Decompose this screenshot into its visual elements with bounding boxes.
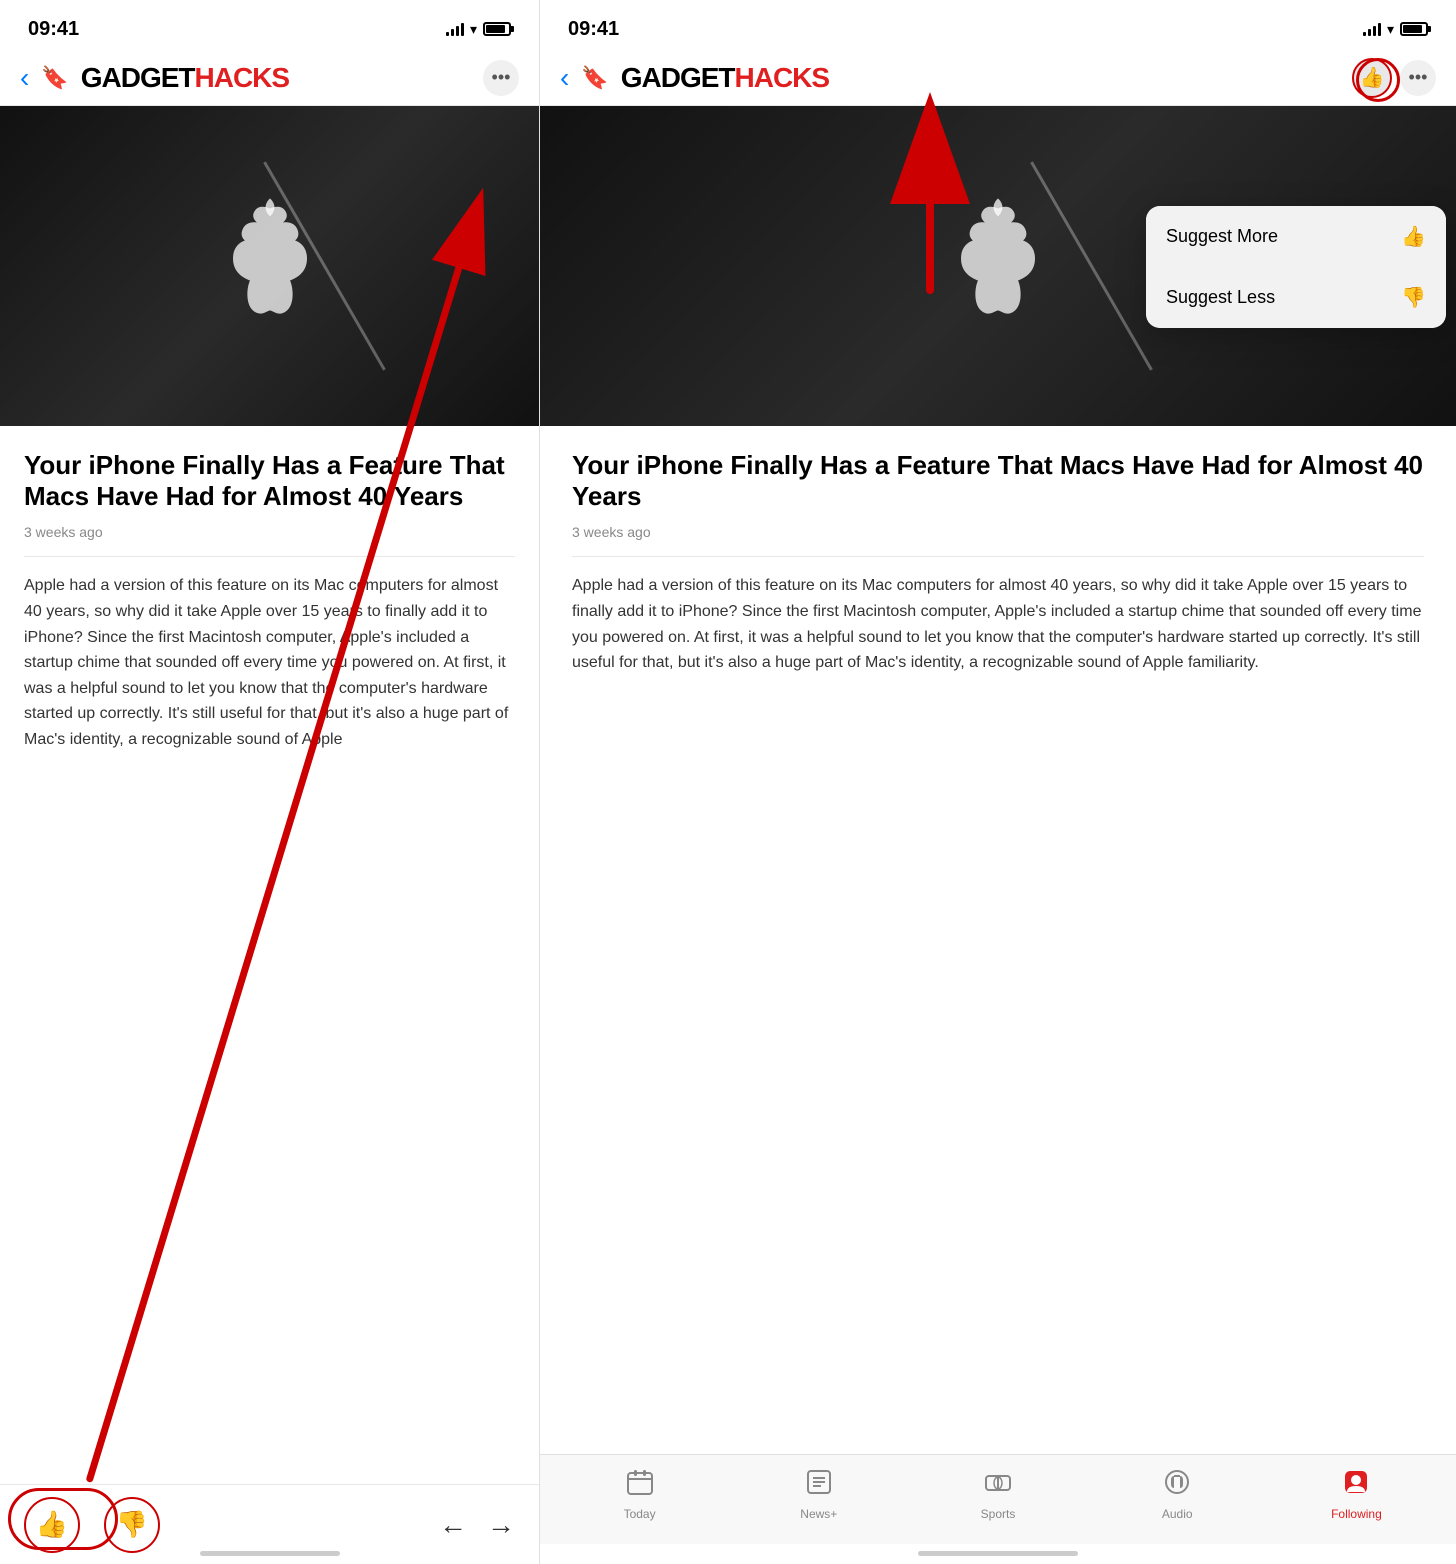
right-article-date: 3 weeks ago (572, 524, 1424, 540)
suggest-less-label: Suggest Less (1166, 287, 1275, 308)
tab-audio[interactable]: Audio (1088, 1468, 1267, 1521)
tab-sports[interactable]: Sports (908, 1468, 1087, 1521)
thumb-suggest-icon: 👍 (1360, 65, 1385, 90)
logo-hacks: HACKS (195, 62, 290, 94)
right-battery-icon (1400, 22, 1428, 36)
tab-newsplus-label: News+ (800, 1507, 837, 1521)
right-apple-logo (943, 199, 1053, 334)
tab-following[interactable]: Following (1267, 1468, 1446, 1521)
right-nav-logo: GADGETHACKS (621, 62, 1352, 94)
thumb-suggest-button[interactable]: 👍 (1352, 58, 1392, 98)
right-logo-gadget: GADGET (621, 62, 735, 94)
article-image (0, 106, 539, 426)
tab-bar: Today News+ Sports (540, 1454, 1456, 1544)
tab-today[interactable]: Today (550, 1468, 729, 1521)
today-icon (626, 1468, 654, 1503)
suggest-more-icon: 👍 (1401, 224, 1426, 249)
right-more-icon: ••• (1409, 67, 1428, 88)
left-status-bar: 09:41 ▾ (0, 0, 539, 50)
right-phone: 09:41 ▾ ‹ 🔖 GADGETHACKS 👍 ••• (540, 0, 1456, 1564)
nav-arrows: ← → (184, 1509, 515, 1541)
suggest-more-label: Suggest More (1166, 226, 1278, 247)
following-icon (1342, 1468, 1370, 1503)
right-nav-bar: ‹ 🔖 GADGETHACKS 👍 ••• (540, 50, 1456, 106)
tab-audio-label: Audio (1162, 1507, 1193, 1521)
suggest-more-item[interactable]: Suggest More 👍 (1146, 206, 1446, 267)
more-button[interactable]: ••• (483, 60, 519, 96)
suggest-less-icon: 👎 (1401, 285, 1426, 310)
wifi-icon: ▾ (470, 21, 477, 38)
nav-logo: GADGETHACKS (81, 62, 483, 94)
right-back-button[interactable]: ‹ (560, 64, 569, 92)
back-button[interactable]: ‹ (20, 64, 29, 92)
tab-newsplus[interactable]: News+ (729, 1468, 908, 1521)
newsplus-icon (805, 1468, 833, 1503)
right-article-body: Apple had a version of this feature on i… (572, 573, 1424, 675)
thumbs-down-icon: 👎 (116, 1509, 148, 1540)
suggest-less-item[interactable]: Suggest Less 👎 (1146, 267, 1446, 328)
right-article-content: Your iPhone Finally Has a Feature That M… (540, 426, 1456, 1454)
article-title: Your iPhone Finally Has a Feature That M… (24, 450, 515, 512)
thumbs-up-button[interactable]: 👍 (24, 1497, 80, 1553)
right-status-bar: 09:41 ▾ (540, 0, 1456, 50)
apple-logo (215, 199, 325, 334)
right-article-title: Your iPhone Finally Has a Feature That M… (572, 450, 1424, 512)
left-status-time: 09:41 (28, 18, 79, 41)
back-arrow-button[interactable]: ← (439, 1509, 467, 1541)
left-nav-bar: ‹ 🔖 GADGETHACKS ••• (0, 50, 539, 106)
logo-gadget: GADGET (81, 62, 195, 94)
right-article-divider (572, 556, 1424, 557)
tab-today-label: Today (624, 1507, 656, 1521)
home-indicator (918, 1551, 1078, 1556)
right-status-time: 09:41 (568, 18, 619, 41)
tab-following-label: Following (1331, 1507, 1382, 1521)
sports-icon (984, 1468, 1012, 1503)
left-phone: 09:41 ▾ ‹ 🔖 GADGETHACKS ••• (0, 0, 540, 1564)
right-logo-hacks: HACKS (735, 62, 830, 94)
forward-arrow-button[interactable]: → (487, 1509, 515, 1541)
thumbs-up-icon: 👍 (36, 1509, 68, 1540)
home-indicator (200, 1551, 340, 1556)
more-icon: ••• (492, 67, 511, 88)
right-wifi-icon: ▾ (1387, 21, 1394, 38)
right-bookmark-icon[interactable]: 🔖 (581, 65, 608, 91)
right-signal-bars-icon (1363, 22, 1381, 36)
bookmark-icon[interactable]: 🔖 (41, 65, 68, 91)
left-bottom-bar: 👍 👎 ← → (0, 1484, 539, 1564)
signal-bars-icon (446, 22, 464, 36)
battery-icon (483, 22, 511, 36)
audio-icon (1163, 1468, 1191, 1503)
left-status-icons: ▾ (446, 21, 511, 38)
article-divider (24, 556, 515, 557)
article-content: Your iPhone Finally Has a Feature That M… (0, 426, 539, 1484)
tab-sports-label: Sports (981, 1507, 1016, 1521)
article-date: 3 weeks ago (24, 524, 515, 540)
thumbs-down-button[interactable]: 👎 (104, 1497, 160, 1553)
article-body: Apple had a version of this feature on i… (24, 573, 515, 752)
right-more-button[interactable]: ••• (1400, 60, 1436, 96)
dropdown-menu[interactable]: Suggest More 👍 Suggest Less 👎 (1146, 206, 1446, 328)
right-status-icons: ▾ (1363, 21, 1428, 38)
home-indicator-container (540, 1544, 1456, 1564)
